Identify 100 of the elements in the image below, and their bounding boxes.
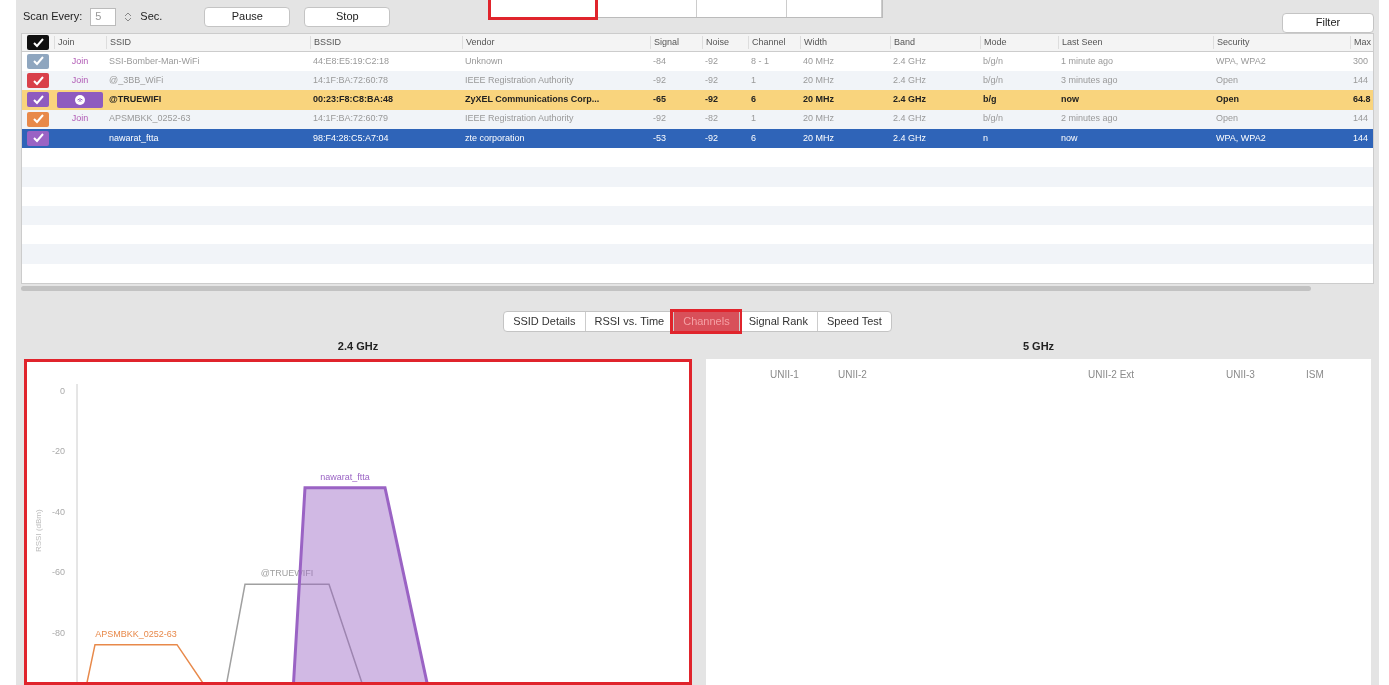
segmented-control[interactable] — [488, 0, 883, 18]
table-row[interactable]: Join @_3BB_WiFi 14:1F:BA:72:60:78 IEEE Registration Authority -92 -92 1 20 MHz 2.4 GHz b/g/n 3 minutes ago Open 144 — [22, 71, 1373, 91]
table-cell-text: zte corporation — [464, 131, 526, 145]
checkbox[interactable] — [27, 92, 49, 108]
checkbox[interactable] — [27, 130, 49, 146]
table-row[interactable]: @TRUEWIFI 00:23:F8:C8:BA:48 ZyXEL Communications Corp... -65 -92 6 20 MHz 2.4 GHz b/g now Open 64.8 — [22, 90, 1373, 110]
table-cell-text: 2 minutes ago — [1060, 112, 1119, 126]
table-cell-text: IEEE Registration Authority — [464, 73, 575, 87]
view-tab[interactable]: SSID Details — [504, 311, 585, 331]
scan-interval-label: Scan Every: — [23, 9, 83, 25]
table-cell-text: -84 — [652, 54, 667, 68]
table-cell-text: -53 — [652, 131, 667, 145]
table-cell-text: -92 — [704, 93, 719, 107]
table-cell-text: WPA, WPA2 — [1215, 131, 1267, 145]
table-cell-text: 2.4 GHz — [892, 93, 927, 107]
table-cell-text: 40 MHz — [802, 54, 835, 68]
table-row[interactable]: nawarat_ftta 98:F4:28:C5:A7:04 zte corporation -53 -92 6 20 MHz 2.4 GHz n now WPA, WPA2 144 — [22, 128, 1373, 149]
table-cell-text: 6 — [750, 93, 757, 107]
table-cell-text: 2.4 GHz — [892, 54, 927, 68]
column-header[interactable]: Band — [890, 35, 980, 50]
table-cell-text: @TRUEWIFI — [108, 93, 163, 107]
table-cell-text: APSMBKK_0252-63 — [108, 112, 192, 126]
column-header[interactable]: SSID — [106, 35, 310, 50]
checkmark-icon — [32, 114, 44, 125]
checkmark-icon — [32, 94, 44, 105]
table-cell-text: -82 — [704, 112, 719, 126]
table-cell-text: 300 — [1352, 54, 1370, 68]
table-cell-text: 2.4 GHz — [892, 73, 927, 87]
unit-label: Sec. — [140, 9, 163, 25]
join-link[interactable]: Join — [71, 54, 89, 69]
table-cell-text: 144 — [1352, 112, 1370, 126]
table-cell-text: -92 — [704, 54, 719, 68]
scrollbar[interactable] — [21, 286, 1311, 292]
table-cell-text: 64.8 — [1352, 93, 1372, 107]
table-cell-text: b/g/n — [982, 112, 1005, 126]
column-header[interactable]: BSSID — [310, 35, 462, 50]
column-header[interactable]: Signal — [650, 35, 702, 50]
table-cell-text: @_3BB_WiFi — [108, 73, 165, 87]
table-cell-text: 8 - 1 — [750, 54, 770, 68]
column-header[interactable]: Noise — [702, 35, 748, 50]
table-cell-text: -92 — [652, 112, 667, 126]
table-cell-text: 20 MHz — [802, 112, 835, 126]
column-header[interactable]: Last Seen — [1058, 35, 1213, 50]
band-label: UNII-3 — [1226, 368, 1255, 382]
column-header[interactable]: Max — [1350, 35, 1373, 50]
checkbox[interactable] — [27, 35, 49, 51]
panel-title: 5 GHz — [1022, 338, 1055, 354]
network-label: APSMBKK_0252-63 — [95, 628, 177, 639]
column-header[interactable]: Width — [800, 35, 890, 50]
column-header[interactable]: Join — [54, 35, 106, 50]
checkmark-icon — [32, 75, 44, 86]
table-row[interactable]: Join APSMBKK_0252-63 14:1F:BA:72:60:79 IEEE Registration Authority -92 -82 1 20 MHz 2.4 GHz b/g/n 2 minutes ago Open 144 — [22, 109, 1373, 129]
table-cell-text: -92 — [704, 73, 719, 87]
table-cell-text: 00:23:F8:C8:BA:48 — [312, 93, 395, 107]
view-tab[interactable]: Speed Test — [817, 311, 891, 331]
table-cell-text: nawarat_ftta — [108, 131, 160, 145]
table-cell-text: n — [982, 131, 989, 145]
network-label: nawarat_ftta — [320, 471, 370, 482]
table-cell-text: -92 — [652, 73, 667, 87]
table-cell-text: 6 — [750, 131, 757, 145]
table-cell-text: 14:1F:BA:72:60:79 — [312, 112, 390, 126]
checkmark-icon — [32, 56, 44, 67]
table-cell-text: now — [1060, 131, 1079, 145]
column-header[interactable]: Channel — [748, 35, 800, 50]
view-tab[interactable]: Signal Rank — [738, 311, 817, 331]
column-header[interactable]: Vendor — [462, 35, 650, 50]
table-cell-text: Unknown — [464, 54, 504, 68]
table-cell-text: now — [1060, 93, 1080, 107]
table-cell-text: 3 minutes ago — [1060, 73, 1119, 87]
join-link[interactable]: Join — [71, 112, 89, 126]
table-cell-text: 20 MHz — [802, 93, 835, 107]
panel-title: 2.4 GHz — [337, 338, 379, 354]
toolbar-button[interactable]: Stop — [304, 6, 391, 27]
table-cell-text: 1 — [750, 73, 757, 87]
checkmark-icon — [32, 37, 44, 48]
column-header[interactable]: Mode — [980, 35, 1058, 50]
checkbox[interactable] — [27, 73, 49, 89]
checkbox[interactable] — [27, 111, 49, 127]
checkbox[interactable] — [27, 53, 49, 69]
join-link[interactable]: Join — [71, 73, 89, 88]
table-cell-text: b/g/n — [982, 73, 1005, 87]
column-header[interactable]: Security — [1213, 35, 1350, 50]
table-cell-text: 44:E8:E5:19:C2:18 — [312, 54, 391, 68]
table-cell-text: b/g — [982, 93, 998, 107]
table-cell-text: ZyXEL Communications Corp... — [464, 93, 601, 107]
stepper-icon[interactable] — [124, 10, 133, 23]
table-cell-text: 2.4 GHz — [892, 131, 927, 145]
table-cell-text: 20 MHz — [802, 73, 835, 87]
table-cell-text: Open — [1215, 112, 1240, 126]
table-cell-text: IEEE Registration Authority — [464, 112, 575, 126]
table-cell-text: 144 — [1352, 131, 1370, 145]
band-label: UNII-2 — [838, 368, 867, 382]
filter-button[interactable]: Filter — [1282, 12, 1374, 33]
table-cell-text: -92 — [704, 131, 719, 145]
table-cell-text: 20 MHz — [802, 131, 835, 145]
toolbar-button[interactable]: Pause — [204, 6, 291, 27]
table-cell-text: 2.4 GHz — [892, 112, 927, 126]
table-cell-text: SSI-Bomber-Man-WiFi — [108, 54, 201, 68]
table-cell-text: 1 — [750, 112, 757, 126]
band-label: UNII-2 Ext — [1088, 368, 1135, 382]
